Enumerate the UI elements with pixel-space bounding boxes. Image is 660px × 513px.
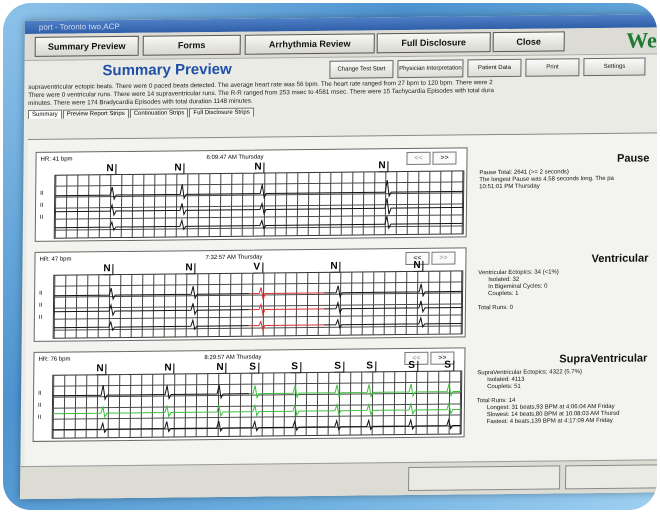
pause-heading: Pause	[616, 152, 650, 165]
next-strip-button[interactable]: >>	[432, 151, 457, 165]
info-line: 10:51:01 PM Thursday	[479, 183, 540, 191]
status-bar	[19, 459, 657, 500]
settings-button[interactable]: Settings	[583, 57, 646, 77]
info-line: Total Runs: 0	[477, 304, 513, 312]
lead-label: II	[38, 302, 43, 309]
tab-full-disclosure-strips[interactable]: Full Disclosure Strips	[189, 107, 254, 118]
lead-label: II	[39, 290, 43, 297]
strips-area: HR: 41 bpm 6:09:47 AM Thursday << >> II …	[23, 132, 657, 500]
ecg-strip-pause: HR: 41 bpm 6:09:47 AM Thursday << >> II …	[34, 147, 468, 242]
patient-data-button[interactable]: Patient Data	[467, 58, 522, 78]
lead-label: II	[40, 190, 44, 197]
ecg-trace	[52, 383, 462, 434]
close-button[interactable]: Close	[492, 31, 565, 53]
ecg-grid	[51, 370, 463, 439]
forms-button[interactable]: Forms	[142, 34, 241, 56]
full-disclosure-button[interactable]: Full Disclosure	[376, 32, 491, 54]
heart-rate-label: HR: 47 bpm	[39, 256, 72, 263]
ecg-grid	[53, 170, 465, 239]
status-panel	[565, 464, 657, 490]
info-line: Couplets: 51	[487, 383, 521, 391]
lead-label: II	[40, 202, 44, 209]
lead-label: II	[37, 414, 42, 421]
lead-label: II	[37, 402, 42, 409]
physician-interpretation-button[interactable]: Physician Interpretation	[397, 59, 464, 79]
strip-timestamp: 8:29:57 AM Thursday	[204, 354, 262, 362]
info-line: Fastest: 4 beats,139 BPM at 4:17:09 AM F…	[486, 417, 613, 426]
company-logo: Welc	[626, 27, 657, 53]
strip-timestamp: 6:09:47 AM Thursday	[206, 154, 264, 162]
ecg-trace	[54, 180, 464, 232]
previous-strip-button[interactable]: <<	[406, 151, 431, 166]
tab-summary[interactable]: Summary	[27, 109, 62, 119]
lead-label: II	[38, 314, 43, 321]
info-line: Couplets: 1	[488, 290, 519, 298]
heart-rate-label: HR: 76 bpm	[38, 356, 71, 363]
lead-label: II	[38, 390, 42, 397]
pause-summary: Pause Pause Total: 2641 (>= 2 seconds) T…	[479, 152, 657, 191]
status-panel	[408, 465, 561, 492]
print-button[interactable]: Print	[525, 58, 580, 77]
heart-rate-label: HR: 41 bpm	[40, 156, 73, 163]
lead-label: II	[39, 214, 44, 221]
tab-preview-report-strips[interactable]: Preview Report Strips	[62, 108, 129, 119]
app-window: port - Toronto two,ACP Summary Preview F…	[19, 14, 657, 500]
summary-preview-button[interactable]: Summary Preview	[34, 35, 139, 57]
change-test-start-button[interactable]: Change Test Start	[329, 60, 394, 79]
ecg-strip-supraventricular: HR: 76 bpm 8:29:57 AM Thursday << >> II …	[32, 347, 466, 442]
supraventricular-heading: SupraVentricular	[559, 352, 648, 366]
ventricular-heading: Ventricular	[591, 252, 649, 266]
ecg-trace	[53, 283, 463, 332]
arrhythmia-review-button[interactable]: Arrhythmia Review	[244, 33, 375, 55]
photo-frame: port - Toronto two,ACP Summary Preview F…	[3, 3, 657, 510]
ecg-strip-ventricular: HR: 47 bpm 7:32:57 AM Thursday << >> II …	[33, 247, 467, 342]
ventricular-summary: Ventricular Ventricular Ectopics: 34 (<1…	[477, 252, 657, 312]
page-title: Summary Preview	[102, 60, 232, 80]
strip-timestamp: 7:32:57 AM Thursday	[205, 254, 263, 262]
tab-continuation-strips[interactable]: Continuation Strips	[129, 108, 189, 118]
supraventricular-summary: SupraVentricular SupraVentricular Ectopi…	[477, 352, 657, 426]
next-strip-button[interactable]: >>	[431, 251, 456, 265]
ecg-grid	[52, 270, 464, 339]
